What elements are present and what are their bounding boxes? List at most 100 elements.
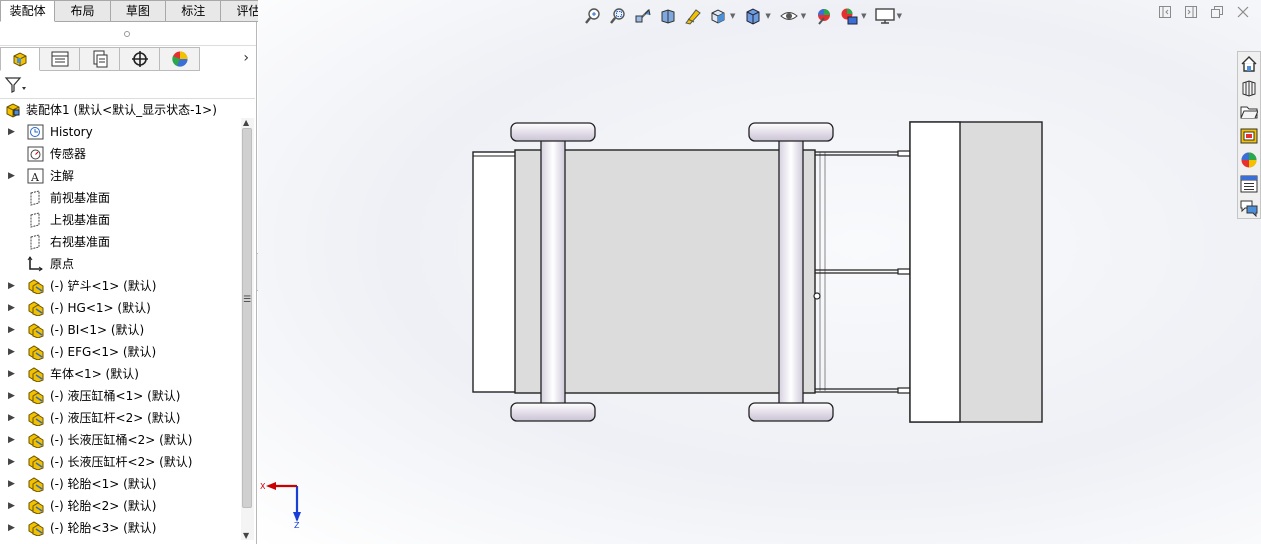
tree-item[interactable]: 原点 (0, 253, 240, 275)
tire-rear-bottom[interactable] (748, 402, 834, 422)
tree-item[interactable]: 上视基准面 (0, 209, 240, 231)
scroll-thumb[interactable] (242, 128, 252, 508)
task-pane-file-explorer[interactable] (1238, 100, 1260, 124)
view-settings-button[interactable] (874, 5, 896, 27)
tree-item-label: (-) BI<1> (默认) (50, 323, 145, 337)
tree-item[interactable]: 右视基准面 (0, 231, 240, 253)
tile-right-icon[interactable] (1185, 6, 1197, 18)
part-icon (28, 389, 44, 405)
tree-item[interactable]: ▶ (-) 轮胎<2> (默认) (0, 495, 240, 517)
tree-item[interactable]: ▶ (-) 长液压缸桶<2> (默认) (0, 429, 240, 451)
x-axis-arrow (266, 482, 276, 490)
edit-appearance-button[interactable] (813, 5, 835, 27)
scroll-up-arrow[interactable]: ▲ (243, 118, 249, 127)
close-icon[interactable] (1237, 6, 1249, 18)
zoom-to-fit-button[interactable] (582, 5, 604, 27)
tree-expand-arrow[interactable]: ▶ (8, 319, 15, 341)
task-pane-forum[interactable] (1238, 196, 1260, 220)
tree-item-icon (27, 454, 44, 471)
tree-item[interactable]: ▶ A 注解 (0, 165, 240, 187)
bucket-part[interactable] (472, 151, 518, 393)
panel-grip[interactable] (0, 22, 256, 46)
tab-dimxpert[interactable] (120, 47, 160, 71)
tree-expand-arrow[interactable]: ▶ (8, 429, 15, 451)
tree-item[interactable]: ▶ (-) 轮胎<3> (默认) (0, 517, 240, 539)
view-settings-dropdown[interactable]: ▼ (897, 12, 902, 20)
rear-axle-part[interactable] (778, 127, 804, 419)
tab-command-2[interactable]: 草图 (110, 0, 167, 22)
apply-scene-button[interactable] (838, 5, 860, 27)
tree-expand-arrow[interactable]: ▶ (8, 473, 15, 495)
tree-expand-arrow[interactable]: ▶ (8, 341, 15, 363)
tab-featuremanager[interactable] (0, 47, 40, 71)
tire-front-bottom[interactable] (510, 402, 596, 422)
tree-item[interactable]: ▶ (-) HG<1> (默认) (0, 297, 240, 319)
task-pane-appearances[interactable] (1238, 148, 1260, 172)
previous-view-button[interactable] (632, 5, 654, 27)
zoom-to-area-button[interactable] (607, 5, 629, 27)
task-pane-custom-properties[interactable] (1238, 172, 1260, 196)
tile-left-icon[interactable] (1159, 6, 1171, 18)
tree-item[interactable]: ▶ (-) 铲斗<1> (默认) (0, 275, 240, 297)
tree-item[interactable]: ▶ (-) 长液压缸杆<2> (默认) (0, 451, 240, 473)
tree-item[interactable]: ▶ (-) 轮胎<1> (默认) (0, 473, 240, 495)
tree-expand-arrow[interactable]: ▶ (8, 165, 15, 187)
tab-command-3[interactable]: 标注 (166, 0, 222, 22)
sensor-icon (27, 146, 44, 162)
panel-split-handle[interactable]: ☰ (243, 295, 251, 305)
tire-rear-top[interactable] (748, 122, 834, 142)
document-window-controls (1159, 6, 1261, 18)
task-pane-home[interactable] (1238, 52, 1260, 76)
tree-item[interactable]: ▶ (-) EFG<1> (默认) (0, 341, 240, 363)
restore-icon[interactable] (1211, 6, 1223, 18)
tab-command-0[interactable]: 装配体 (0, 0, 56, 22)
tree-root-assembly[interactable]: 装配体1 (默认<默认_显示状态-1>) (0, 99, 240, 121)
configurationmanager-icon (93, 50, 107, 68)
section-view-button[interactable] (657, 5, 679, 27)
tree-item[interactable]: ▶ (-) 液压缸桶<1> (默认) (0, 385, 240, 407)
tree-expand-arrow[interactable]: ▶ (8, 385, 15, 407)
manager-tabs-more-arrow[interactable]: › (243, 50, 249, 66)
tree-item[interactable]: ▶ (-) BI<1> (默认) (0, 319, 240, 341)
task-pane (1237, 51, 1261, 219)
tree-item[interactable]: ▶ 车体<1> (默认) (0, 363, 240, 385)
tab-configurationmanager[interactable] (80, 47, 120, 71)
tab-displaymanager[interactable] (160, 47, 200, 71)
tab-propertymanager[interactable] (40, 47, 80, 71)
tree-expand-arrow[interactable]: ▶ (8, 451, 15, 473)
hide-show-button[interactable] (778, 5, 800, 27)
task-pane-view-palette[interactable] (1238, 124, 1260, 148)
tree-item[interactable]: ▶ (-) 液压缸杆<2> (默认) (0, 407, 240, 429)
tree-item-icon (27, 256, 44, 272)
apply-scene-dropdown[interactable]: ▼ (861, 12, 866, 20)
hydraulic-rods[interactable] (813, 150, 926, 394)
tree-expand-arrow[interactable]: ▶ (8, 407, 15, 429)
part-icon (28, 411, 44, 427)
tree-expand-arrow[interactable]: ▶ (8, 363, 15, 385)
tree-filter[interactable] (4, 74, 34, 96)
tree-expand-arrow[interactable]: ▶ (8, 297, 15, 319)
tree-expand-arrow[interactable]: ▶ (8, 121, 15, 143)
tree-item[interactable]: 前视基准面 (0, 187, 240, 209)
assembly-model-view[interactable] (470, 120, 1045, 425)
view-orientation-dropdown[interactable]: ▼ (730, 12, 735, 20)
rear-frame-part[interactable] (909, 121, 1043, 423)
tab-command-1[interactable]: 布局 (55, 0, 111, 22)
dynamic-annotation-button[interactable] (682, 5, 704, 27)
featuremanager-icon (13, 52, 27, 67)
reference-triad: X Z (260, 482, 301, 528)
tree-expand-arrow[interactable]: ▶ (8, 495, 15, 517)
hide-show-dropdown[interactable]: ▼ (801, 12, 806, 20)
task-pane-design-library[interactable] (1238, 76, 1260, 100)
front-axle-part[interactable] (540, 127, 566, 419)
scroll-down-arrow[interactable]: ▼ (243, 531, 249, 540)
view-orientation-button[interactable] (707, 5, 729, 27)
tire-front-top[interactable] (510, 122, 596, 142)
display-style-button[interactable] (742, 5, 764, 27)
tree-item[interactable]: 传感器 (0, 143, 240, 165)
display-style-dropdown[interactable]: ▼ (765, 12, 770, 20)
tree-scrollbar[interactable]: ▲ ▼ (241, 118, 254, 540)
tree-item[interactable]: ▶ History (0, 121, 240, 143)
tree-expand-arrow[interactable]: ▶ (8, 275, 15, 297)
tree-expand-arrow[interactable]: ▶ (8, 517, 15, 539)
